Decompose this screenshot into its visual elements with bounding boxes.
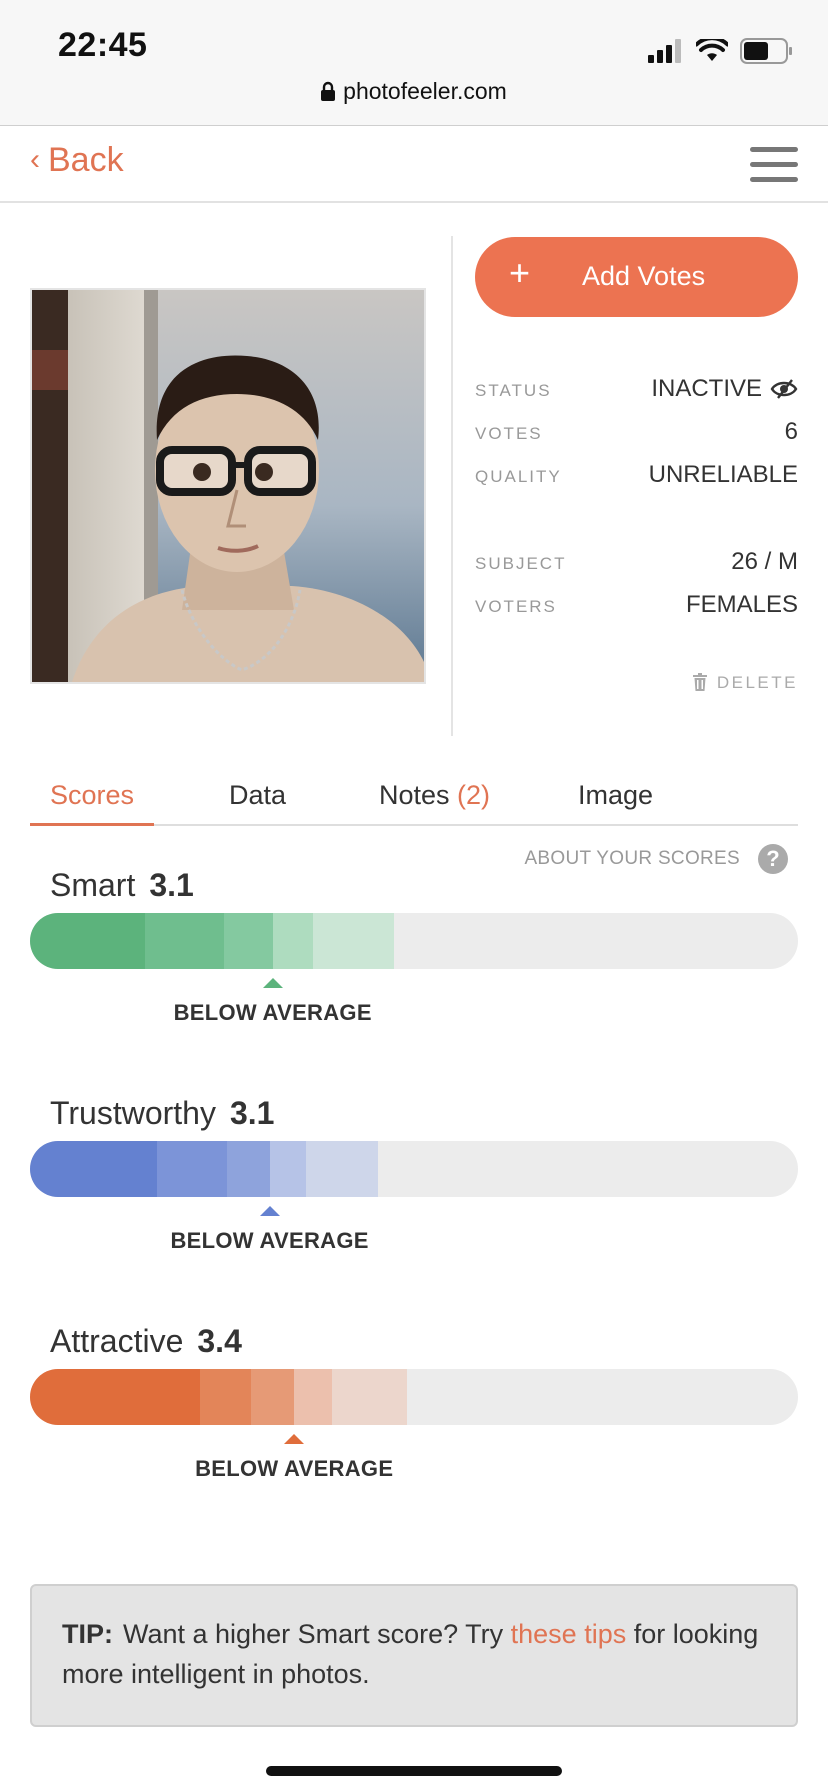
tab-image[interactable]: Image (578, 780, 653, 811)
score-bar-segment (30, 913, 146, 969)
tip-lead: TIP: (62, 1619, 113, 1649)
battery-icon (740, 38, 792, 64)
score-bar-segment (272, 913, 314, 969)
score-bar-segment (251, 1369, 295, 1425)
score-marker (262, 978, 283, 988)
score-title: Attractive 3.4 (50, 1323, 242, 1360)
tab-notes-label: Notes (379, 780, 458, 810)
score-marker (284, 1434, 305, 1444)
score-name: Attractive (50, 1323, 184, 1359)
voters-key: VOTERS (475, 597, 557, 616)
active-tab-indicator (30, 823, 154, 826)
score-bar-segment (156, 1141, 227, 1197)
score-bar-segment (145, 913, 225, 969)
status-icons (648, 36, 794, 66)
score-verdict: BELOW AVERAGE (170, 1228, 369, 1253)
eye-slash-icon[interactable] (770, 379, 798, 399)
score-bar-segment (199, 1369, 252, 1425)
menu-icon[interactable] (750, 145, 798, 185)
votes-key: VOTES (475, 424, 543, 443)
score-bar (30, 1141, 798, 1197)
tip-box: TIP: Want a higher Smart score? Try these… (30, 1584, 798, 1727)
score-verdict: BELOW AVERAGE (173, 1000, 372, 1025)
address-bar[interactable]: photofeeler.com (0, 78, 828, 105)
votes-row: VOTES 6 (475, 418, 798, 448)
score-bar-segment (224, 913, 273, 969)
chevron-left-icon: ‹ (30, 143, 40, 176)
tab-data-label: Data (229, 780, 287, 810)
status-value-text: INACTIVE (651, 375, 762, 402)
score-title: Trustworthy 3.1 (50, 1095, 274, 1132)
status-key: STATUS (475, 381, 552, 400)
score-bar-segment (331, 1369, 408, 1425)
score-marker (259, 1206, 280, 1216)
score-bar-segment (30, 1369, 200, 1425)
add-votes-label: Add Votes (582, 261, 706, 291)
status-row: STATUS INACTIVE (475, 375, 798, 405)
tab-bar: Scores Data Notes (2) Image (30, 770, 798, 826)
browser-top-bar: 22:45 photofeeler.com (0, 0, 828, 126)
score-bar-segment (294, 1369, 332, 1425)
score-bar-segment (305, 1141, 378, 1197)
back-label: Back (48, 141, 124, 179)
subject-row: SUBJECT 26 / M (475, 548, 798, 578)
home-indicator (266, 1766, 562, 1776)
score-bar-segment (313, 913, 395, 969)
notes-count: (2) (457, 780, 491, 810)
tab-scores-label: Scores (50, 780, 135, 810)
tab-notes[interactable]: Notes (2) (379, 780, 490, 811)
status-value: INACTIVE (651, 375, 798, 403)
score-title: Smart 3.1 (50, 867, 194, 904)
wifi-icon (696, 39, 728, 61)
score-value: 3.1 (229, 1095, 275, 1131)
plus-icon: + (509, 252, 531, 293)
subject-value: 26 / M (731, 548, 798, 575)
delete-label: DELETE (716, 673, 798, 692)
voters-value: FEMALES (685, 591, 798, 618)
tip-text-before: Want a higher Smart score? Try (123, 1619, 511, 1649)
photo-illustration (32, 290, 424, 682)
voters-row: VOTERS FEMALES (475, 591, 798, 621)
score-bar (30, 913, 798, 969)
score-bar-segment (226, 1141, 270, 1197)
quality-key: QUALITY (475, 467, 562, 486)
help-icon[interactable]: ? (758, 844, 788, 874)
votes-value: 6 (784, 418, 798, 445)
url-text: photofeeler.com (343, 78, 507, 104)
vertical-divider (451, 236, 453, 736)
subject-key: SUBJECT (475, 554, 567, 573)
score-value: 3.4 (197, 1323, 242, 1359)
clock: 22:45 (58, 26, 148, 64)
score-name: Smart (50, 867, 136, 903)
quality-value: UNRELIABLE (648, 461, 798, 488)
tips-link[interactable]: these tips (511, 1619, 627, 1649)
back-button[interactable]: ‹ Back (30, 141, 124, 180)
score-verdict: BELOW AVERAGE (195, 1456, 394, 1481)
app-nav-bar: ‹ Back (0, 127, 828, 203)
tab-data[interactable]: Data (229, 780, 286, 811)
add-votes-button[interactable]: + Add Votes (475, 237, 798, 317)
quality-row: QUALITY UNRELIABLE (475, 461, 798, 491)
delete-button[interactable]: DELETE (692, 673, 798, 693)
profile-photo[interactable] (30, 288, 426, 684)
score-value: 3.1 (149, 867, 194, 903)
tab-image-label: Image (578, 780, 654, 810)
score-bar-segment (30, 1141, 157, 1197)
about-scores-link[interactable]: ABOUT YOUR SCORES (524, 848, 740, 870)
score-name: Trustworthy (50, 1095, 216, 1131)
score-bar (30, 1369, 798, 1425)
about-scores[interactable]: ABOUT YOUR SCORES ? (524, 844, 788, 874)
trash-icon (692, 673, 707, 691)
lock-icon (321, 81, 336, 101)
tab-scores[interactable]: Scores (50, 780, 134, 811)
signal-icon (648, 39, 681, 63)
score-bar-segment (269, 1141, 306, 1197)
